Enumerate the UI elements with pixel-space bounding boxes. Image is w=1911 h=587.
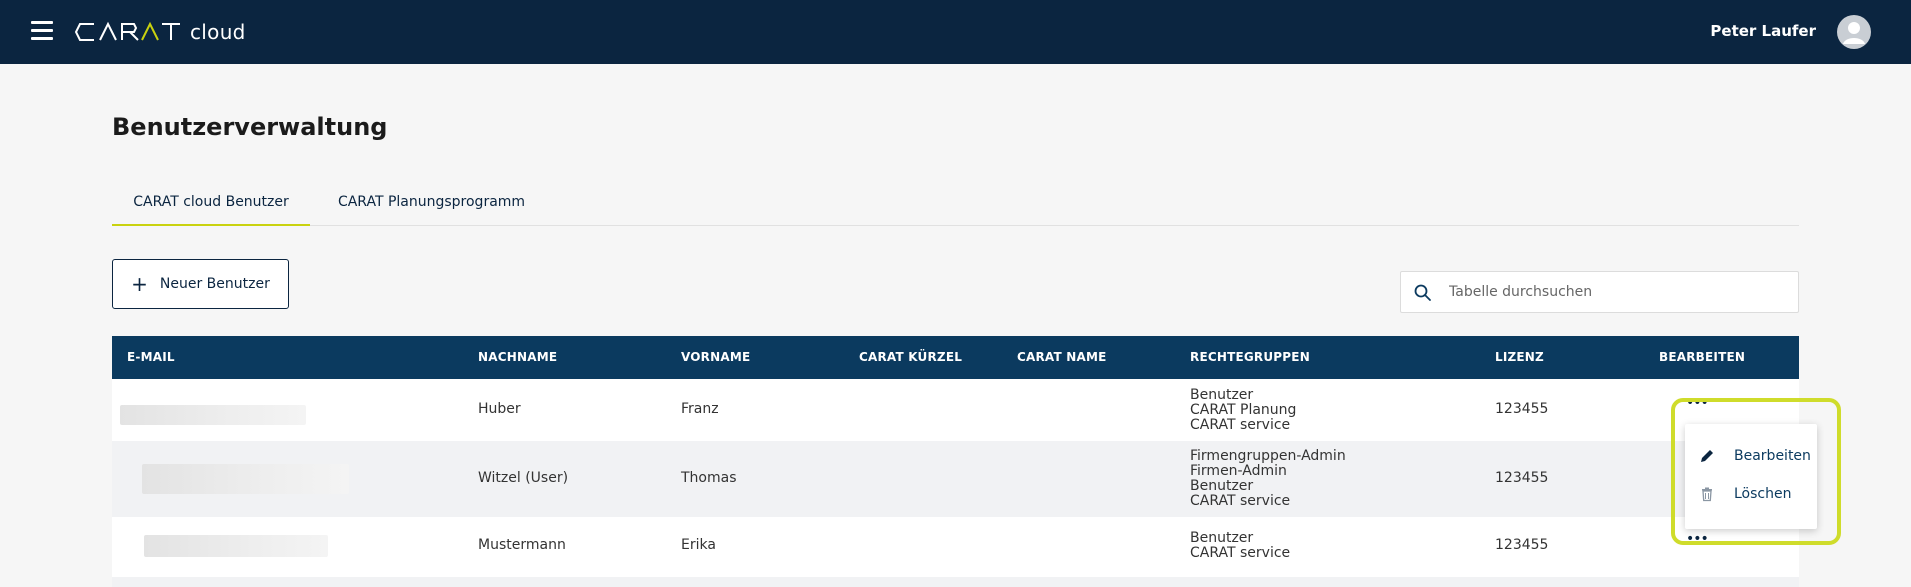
group-label: Firmen-Admin bbox=[1190, 463, 1287, 479]
cell-nachname: Witzel (User) bbox=[478, 470, 569, 486]
group-label: CARAT service bbox=[1190, 545, 1291, 561]
pencil-icon bbox=[1701, 450, 1713, 462]
column-header-email[interactable]: E-MAIL bbox=[127, 350, 175, 364]
tab-carat-cloud-benutzer[interactable]: CARAT cloud Benutzer bbox=[112, 188, 310, 226]
table-row[interactable]: Mustermann Erika Benutzer CARAT service … bbox=[112, 517, 1799, 577]
cell-vorname: Thomas bbox=[681, 470, 737, 486]
row-actions-menu: Bearbeiten Löschen bbox=[1685, 424, 1817, 529]
cell-rechtegruppen: Benutzer CARAT service bbox=[1190, 531, 1290, 561]
table-row[interactable] bbox=[112, 577, 1799, 587]
cell-vorname: Franz bbox=[681, 401, 719, 417]
group-label: Benutzer bbox=[1190, 478, 1254, 494]
cell-rechtegruppen: Firmengruppen-Admin Firmen-Admin Benutze… bbox=[1190, 449, 1346, 509]
search-input[interactable] bbox=[1449, 280, 1779, 304]
cell-lizenz: 123455 bbox=[1495, 537, 1549, 553]
group-label: Firmengruppen-Admin bbox=[1190, 448, 1346, 464]
table-header: E-MAIL NACHNAME VORNAME CARAT KÜRZEL CAR… bbox=[112, 336, 1799, 379]
user-name[interactable]: Peter Laufer bbox=[1710, 22, 1816, 40]
new-user-label: Neuer Benutzer bbox=[159, 276, 270, 292]
group-label: CARAT Planung bbox=[1190, 402, 1297, 418]
tab-carat-planungsprogramm[interactable]: CARAT Planungsprogramm bbox=[334, 188, 529, 226]
group-label: Benutzer bbox=[1190, 387, 1254, 403]
menu-item-loeschen[interactable]: Löschen bbox=[1685, 476, 1817, 512]
trash-icon bbox=[1702, 487, 1712, 502]
cell-vorname: Erika bbox=[681, 537, 716, 553]
menu-item-label: Löschen bbox=[1734, 486, 1792, 502]
cell-lizenz: 123455 bbox=[1495, 470, 1549, 486]
menu-item-bearbeiten[interactable]: Bearbeiten bbox=[1685, 438, 1817, 474]
tab-bar: CARAT cloud Benutzer CARAT Planungsprogr… bbox=[112, 188, 1799, 226]
column-header-lizenz[interactable]: LIZENZ bbox=[1495, 350, 1544, 364]
column-header-bearbeiten: BEARBEITEN bbox=[1659, 350, 1746, 364]
hamburger-menu-icon[interactable] bbox=[31, 21, 53, 41]
cell-rechtegruppen: Benutzer CARAT Planung CARAT service bbox=[1190, 388, 1296, 433]
plus-icon: + bbox=[131, 272, 148, 296]
email-redacted bbox=[144, 535, 328, 557]
cell-nachname: Mustermann bbox=[478, 537, 566, 553]
logo: cloud bbox=[74, 18, 246, 46]
column-header-rechtegruppen[interactable]: RECHTEGRUPPEN bbox=[1190, 350, 1310, 364]
group-label: Benutzer bbox=[1190, 530, 1254, 546]
logo-suffix: cloud bbox=[190, 20, 246, 44]
column-header-vorname[interactable]: VORNAME bbox=[681, 350, 750, 364]
menu-item-label: Bearbeiten bbox=[1734, 448, 1811, 464]
cell-nachname: Huber bbox=[478, 401, 521, 417]
cell-lizenz: 123455 bbox=[1495, 401, 1549, 417]
column-header-carat-name[interactable]: CARAT NAME bbox=[1017, 350, 1107, 364]
new-user-button[interactable]: + Neuer Benutzer bbox=[112, 259, 289, 309]
column-header-carat-kuerzel[interactable]: CARAT KÜRZEL bbox=[859, 350, 962, 364]
email-redacted bbox=[120, 405, 306, 425]
avatar-icon[interactable] bbox=[1837, 15, 1871, 49]
email-redacted bbox=[142, 464, 349, 494]
group-label: CARAT service bbox=[1190, 493, 1291, 509]
column-header-nachname[interactable]: NACHNAME bbox=[478, 350, 557, 364]
carat-logo-icon bbox=[74, 21, 180, 41]
table-row[interactable]: Witzel (User) Thomas Firmengruppen-Admin… bbox=[112, 441, 1799, 517]
table-row[interactable]: Huber Franz Benutzer CARAT Planung CARAT… bbox=[112, 379, 1799, 441]
group-label: CARAT service bbox=[1190, 417, 1291, 433]
search-icon bbox=[1414, 284, 1431, 301]
search-box bbox=[1400, 271, 1799, 313]
top-bar: cloud Peter Laufer bbox=[0, 0, 1911, 64]
page-title: Benutzerverwaltung bbox=[112, 113, 388, 141]
